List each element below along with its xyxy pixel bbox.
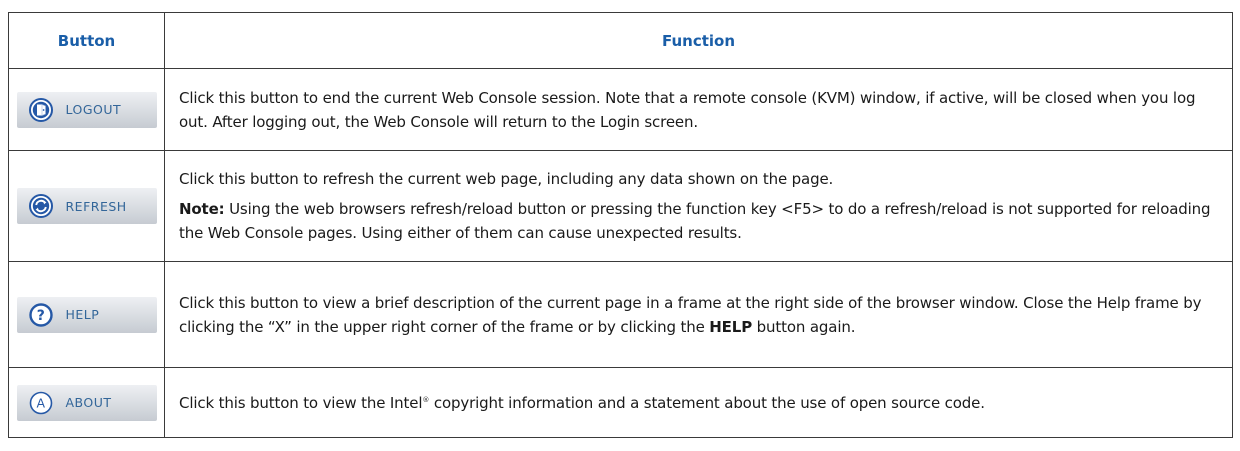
button-label: HELP bbox=[65, 307, 100, 322]
button-label: LOGOUT bbox=[65, 102, 122, 117]
description-text: Click this button to view a brief descri… bbox=[179, 291, 1224, 339]
button-cell: REFRESH bbox=[8, 150, 165, 262]
svg-text:?: ? bbox=[36, 308, 45, 324]
refresh-icon bbox=[28, 194, 53, 218]
text-segment: copyright information and a statement ab… bbox=[429, 393, 985, 412]
table-row-about: A ABOUT Click this button to view the In… bbox=[8, 367, 1233, 438]
text-segment: Click this button to view the Intel bbox=[179, 393, 423, 412]
logout-button[interactable]: LOGOUT bbox=[16, 91, 157, 128]
refresh-button[interactable]: REFRESH bbox=[16, 188, 157, 224]
description-note: Note: Using the web browsers refresh/rel… bbox=[179, 197, 1224, 245]
help-emphasis: HELP bbox=[709, 317, 753, 336]
function-description: Click this button to view the Intel® cop… bbox=[164, 367, 1233, 438]
help-question-icon: ? bbox=[28, 302, 53, 327]
function-description: Click this button to refresh the current… bbox=[164, 150, 1233, 262]
column-header-function: Function bbox=[164, 12, 1233, 69]
function-description: Click this button to end the current Web… bbox=[164, 68, 1233, 151]
button-label: ABOUT bbox=[65, 395, 112, 410]
function-description: Click this button to view a brief descri… bbox=[164, 261, 1233, 368]
table-row-logout: LOGOUT Click this button to end the curr… bbox=[8, 68, 1233, 151]
description-text: Click this button to view the Intel® cop… bbox=[179, 391, 1224, 415]
about-button[interactable]: A ABOUT bbox=[16, 384, 157, 421]
button-cell: ? HELP bbox=[8, 261, 165, 368]
button-cell: LOGOUT bbox=[8, 68, 165, 151]
table-row-help: ? HELP Click this button to view a brief… bbox=[8, 261, 1233, 368]
text-segment: Click this button to view a brief descri… bbox=[179, 293, 1202, 336]
note-text: Using the web browsers refresh/reload bu… bbox=[179, 200, 1211, 242]
table-header-row: Button Function bbox=[8, 12, 1233, 69]
description-text: Click this button to end the current Web… bbox=[179, 88, 1196, 131]
svg-text:A: A bbox=[36, 395, 45, 410]
help-button[interactable]: ? HELP bbox=[16, 296, 157, 333]
button-function-table: Button Function LOGOUT Click this button… bbox=[8, 12, 1233, 438]
table-row-refresh: REFRESH Click this button to refresh the… bbox=[8, 150, 1233, 262]
text-segment: button again. bbox=[752, 317, 856, 336]
description-text: Click this button to refresh the current… bbox=[179, 170, 834, 188]
button-cell: A ABOUT bbox=[8, 367, 165, 438]
note-label: Note: bbox=[179, 200, 225, 218]
button-label: REFRESH bbox=[65, 198, 127, 214]
logout-door-icon bbox=[28, 97, 53, 122]
about-a-icon: A bbox=[29, 391, 52, 414]
column-header-button: Button bbox=[8, 12, 165, 69]
